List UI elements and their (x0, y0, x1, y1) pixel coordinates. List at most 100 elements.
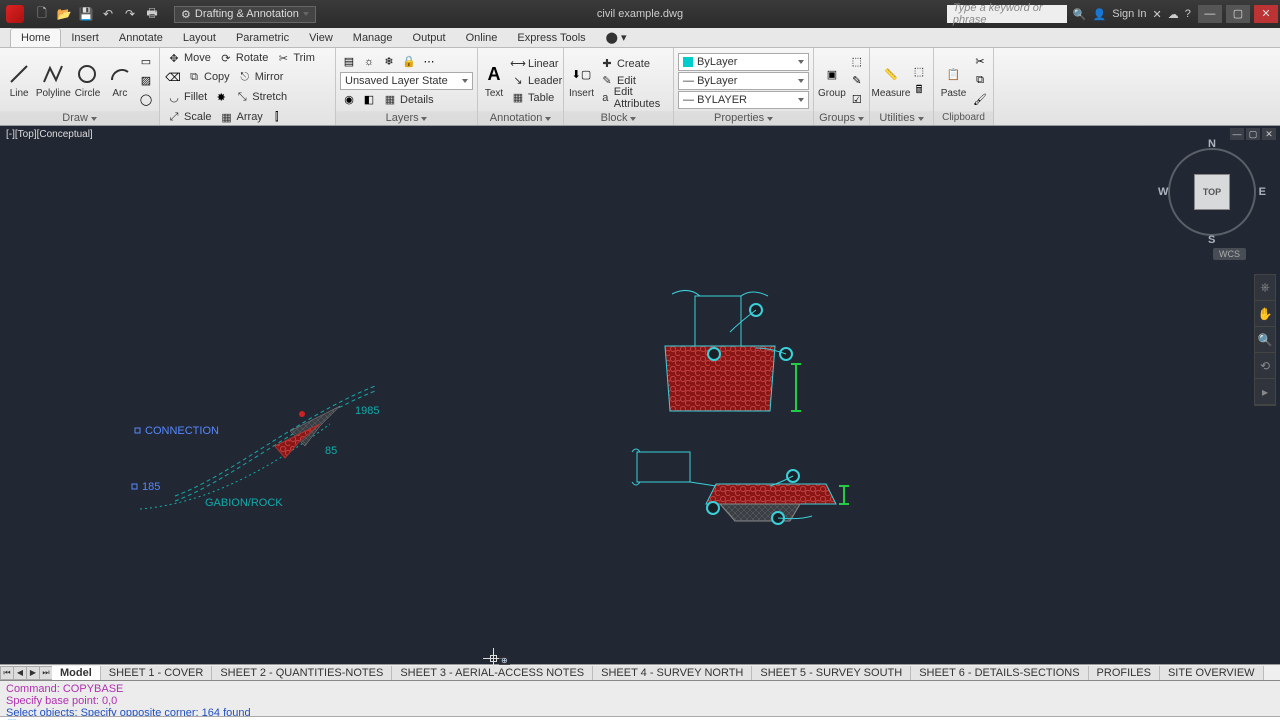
layout-tab[interactable]: PROFILES (1089, 666, 1160, 680)
cut-icon[interactable]: ✂ (971, 53, 989, 71)
array-button[interactable]: ▦Array (217, 109, 266, 125)
tab-insert[interactable]: Insert (61, 29, 109, 47)
leader-button[interactable]: ↘Leader (508, 73, 565, 89)
command-line[interactable]: 📄 COPYBASE Select objects: (0, 716, 1280, 720)
tab-extra[interactable]: ⬤ ▾ (596, 28, 637, 47)
polyline-button[interactable]: Polyline (36, 53, 70, 109)
panel-label[interactable]: Block (564, 111, 673, 125)
tab-home[interactable]: Home (10, 28, 61, 47)
move-button[interactable]: ✥Move (164, 50, 214, 66)
stretch-button[interactable]: ⤡Stretch (232, 89, 290, 105)
app-logo[interactable] (6, 5, 24, 23)
rotate-button[interactable]: ⟳Rotate (216, 50, 271, 66)
user-icon[interactable]: 👤 (1093, 8, 1107, 21)
mirror-button[interactable]: ⎋Mirror (235, 69, 287, 85)
open-icon[interactable]: 📂 (56, 6, 72, 22)
panel-label[interactable]: Draw (0, 111, 159, 125)
close-button[interactable]: ✕ (1254, 5, 1278, 23)
layout-tab[interactable]: SHEET 6 - DETAILS-SECTIONS (911, 666, 1088, 680)
maximize-button[interactable]: ▢ (1226, 5, 1250, 23)
tab-manage[interactable]: Manage (343, 29, 403, 47)
new-icon[interactable]: 🗋 (34, 6, 50, 22)
tab-layout[interactable]: Layout (173, 29, 226, 47)
command-history[interactable]: Command: COPYBASE Specify base point: 0,… (0, 681, 1280, 716)
panel-label[interactable]: Groups (814, 111, 869, 125)
tab-express[interactable]: Express Tools (507, 29, 595, 47)
tab-online[interactable]: Online (456, 29, 508, 47)
trim-button[interactable]: ✂Trim (273, 50, 318, 66)
panel-label[interactable]: Annotation (478, 111, 563, 125)
selectall-icon[interactable]: ⬚ (910, 62, 928, 80)
tab-prev-icon[interactable]: ◀ (13, 666, 27, 680)
group-button[interactable]: ▣Group (818, 53, 846, 109)
layeriso-icon[interactable]: ◧ (360, 91, 378, 109)
color-dropdown[interactable]: ByLayer (678, 53, 809, 71)
explode-icon[interactable]: ✸ (212, 88, 230, 106)
insert-button[interactable]: ⬇▢Insert (568, 53, 595, 109)
stayconn-icon[interactable]: ☁ (1168, 8, 1179, 21)
groupsel-icon[interactable]: ☑ (848, 91, 866, 109)
layout-tab[interactable]: SHEET 1 - COVER (101, 666, 213, 680)
layermore-icon[interactable]: ⋯ (420, 53, 438, 71)
copy-icon[interactable]: ⧉ (971, 72, 989, 90)
save-icon[interactable]: 💾 (78, 6, 94, 22)
tab-view[interactable]: View (299, 29, 343, 47)
tab-next-icon[interactable]: ▶ (26, 666, 40, 680)
panel-label[interactable]: Properties (674, 111, 813, 125)
layerlock-icon[interactable]: 🔒 (400, 53, 418, 71)
copy-button[interactable]: ⧉Copy (184, 69, 233, 85)
arc-button[interactable]: Arc (105, 53, 135, 109)
tab-annotate[interactable]: Annotate (109, 29, 173, 47)
paste-button[interactable]: 📋Paste (938, 53, 969, 109)
layerfreeze-icon[interactable]: ❄ (380, 53, 398, 71)
linear-button[interactable]: ⟷Linear (508, 56, 565, 72)
layerprops-icon[interactable]: ▤ (340, 53, 358, 71)
workspace-selector[interactable]: ⚙Drafting & Annotation (174, 6, 316, 23)
tab-last-icon[interactable]: ⏭ (39, 666, 53, 680)
line-button[interactable]: Line (4, 53, 34, 109)
layout-tab[interactable]: SITE OVERVIEW (1160, 666, 1264, 680)
exchange-icon[interactable]: ✕ (1153, 8, 1162, 21)
drawing-viewport[interactable]: [-][Top][Conceptual] — ▢ ✕ TOP N S E W W… (0, 126, 1280, 664)
tab-output[interactable]: Output (403, 29, 456, 47)
layout-tab[interactable]: SHEET 3 - AERIAL-ACCESS NOTES (392, 666, 593, 680)
help-icon[interactable]: ? (1185, 8, 1191, 20)
rect-icon[interactable]: ▭ (137, 53, 155, 71)
signin-link[interactable]: Sign In (1112, 8, 1146, 20)
measure-button[interactable]: 📏Measure (874, 53, 908, 109)
ellipse-icon[interactable]: ◯ (137, 91, 155, 109)
ungroup-icon[interactable]: ⬚ (848, 53, 866, 71)
offset-icon[interactable]: ⫿ (268, 108, 286, 126)
tab-first-icon[interactable]: ⏮ (0, 666, 14, 680)
scale-button[interactable]: ⤢Scale (164, 109, 215, 125)
undo-icon[interactable]: ↶ (100, 6, 116, 22)
layout-tab[interactable]: SHEET 2 - QUANTITIES-NOTES (212, 666, 392, 680)
quickcalc-icon[interactable]: 🖩 (910, 81, 928, 99)
tab-parametric[interactable]: Parametric (226, 29, 299, 47)
layout-tab[interactable]: SHEET 4 - SURVEY NORTH (593, 666, 752, 680)
linetype-dropdown[interactable]: — BYLAYER (678, 91, 809, 109)
help-search[interactable]: Type a keyword or phrase (947, 5, 1067, 23)
minimize-button[interactable]: — (1198, 5, 1222, 23)
layerstate-dropdown[interactable]: Unsaved Layer State (340, 72, 473, 90)
layeroff-icon[interactable]: ☼ (360, 53, 378, 71)
panel-label[interactable]: Utilities (870, 111, 933, 125)
fillet-button[interactable]: ◡Fillet (164, 89, 210, 105)
create-button[interactable]: ✚Create (597, 56, 669, 72)
table-button[interactable]: ▦Table (508, 90, 565, 106)
editattr-button[interactable]: aEdit Attributes (597, 90, 669, 106)
layercolor-icon[interactable]: ◉ (340, 91, 358, 109)
search-icon[interactable]: 🔍 (1073, 8, 1087, 21)
match-icon[interactable]: 🖌 (971, 91, 989, 109)
lineweight-dropdown[interactable]: — ByLayer (678, 72, 809, 90)
print-icon[interactable]: 🖶 (144, 6, 160, 22)
redo-icon[interactable]: ↷ (122, 6, 138, 22)
panel-label[interactable]: Layers (336, 111, 477, 125)
groupedit-icon[interactable]: ✎ (848, 72, 866, 90)
circle-button[interactable]: Circle (72, 53, 102, 109)
erase-icon[interactable]: ⌫ (164, 68, 182, 86)
layout-tab[interactable]: SHEET 5 - SURVEY SOUTH (752, 666, 911, 680)
layerdetails-button[interactable]: ▦Details (380, 92, 437, 108)
layout-tab-model[interactable]: Model (52, 666, 101, 680)
text-button[interactable]: AText (482, 53, 506, 109)
